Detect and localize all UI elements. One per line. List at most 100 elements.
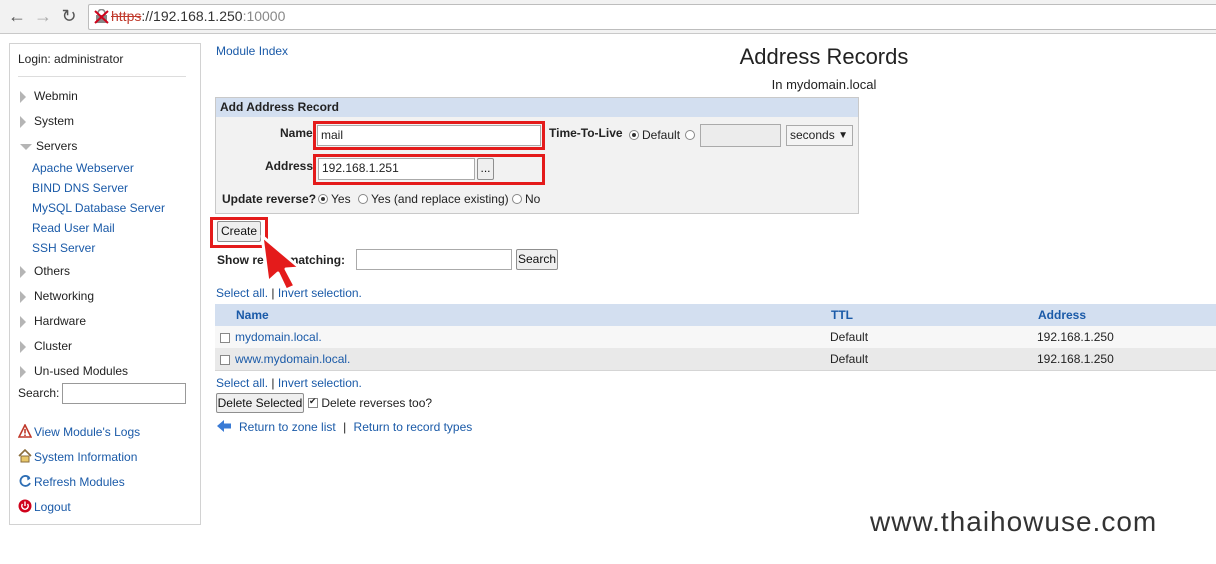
record-name-link[interactable]: www.mydomain.local. — [235, 352, 350, 366]
return-zone-list-link[interactable]: Return to zone list — [239, 420, 336, 434]
select-all-link[interactable]: Select all. — [216, 286, 268, 300]
pointer-arrow-icon — [260, 234, 302, 292]
expand-arrow-icon — [20, 115, 26, 128]
record-ttl: Default — [830, 330, 869, 344]
view-module-logs-link[interactable]: View Module's Logs — [34, 425, 140, 439]
watermark: www.thaihowuse.com — [870, 506, 1158, 537]
delete-selected-button[interactable]: Delete Selected — [216, 393, 304, 413]
select-links-top: Select all. | Invert selection. — [216, 286, 362, 300]
home-icon — [18, 449, 32, 463]
records-table-header: Name TTL Address — [215, 304, 1216, 326]
login-label: Login: administrator — [18, 52, 124, 66]
category-cluster[interactable]: Cluster — [20, 339, 72, 353]
address-bar[interactable]: https://192.168.1.250:10000 — [88, 4, 1216, 30]
form-header: Add Address Record — [216, 98, 858, 117]
category-system[interactable]: System — [20, 114, 74, 128]
record-name-link[interactable]: mydomain.local. — [235, 330, 322, 344]
add-record-form: Add Address Record Name mail Time-To-Liv… — [215, 97, 859, 214]
sidebar: Login: administrator Webmin System Serve… — [9, 43, 201, 525]
search-button[interactable]: Search — [516, 249, 558, 270]
logout-link[interactable]: Logout — [34, 500, 71, 514]
return-links: Return to zone list | Return to record t… — [239, 420, 472, 434]
record-address: 192.168.1.250 — [1037, 352, 1114, 366]
radio-selected-icon — [629, 130, 639, 140]
insecure-lock-icon — [94, 9, 109, 24]
record-address: 192.168.1.250 — [1037, 330, 1114, 344]
sidebar-item-bind-dns[interactable]: BIND DNS Server — [32, 181, 128, 195]
sidebar-search-input[interactable] — [62, 383, 186, 404]
radio-unselected-icon — [512, 194, 522, 204]
reverse-no-radio[interactable]: No — [512, 192, 540, 206]
expand-arrow-icon — [20, 365, 26, 378]
row-checkbox[interactable] — [220, 353, 230, 367]
table-row: www.mydomain.local. Default 192.168.1.25… — [215, 348, 1216, 371]
sidebar-divider — [18, 76, 186, 77]
forward-arrow-icon[interactable]: → — [32, 6, 54, 26]
select-links-bottom: Select all. | Invert selection. — [216, 376, 362, 390]
separator: | — [271, 286, 275, 300]
sidebar-item-apache[interactable]: Apache Webserver — [32, 161, 134, 175]
url-text: https://192.168.1.250:10000 — [111, 8, 285, 24]
invert-selection-link[interactable]: Invert selection. — [278, 376, 362, 390]
category-unused-modules[interactable]: Un-used Modules — [20, 364, 128, 378]
back-arrow-icon[interactable]: ← — [6, 6, 28, 26]
system-information-link[interactable]: System Information — [34, 450, 137, 464]
expand-arrow-icon — [20, 265, 26, 278]
collapse-arrow-icon — [20, 143, 32, 150]
checkbox-icon — [220, 333, 230, 343]
checkbox-checked-icon — [308, 396, 318, 408]
warning-icon — [18, 424, 32, 438]
ttl-custom-radio[interactable] — [685, 128, 698, 142]
module-index-link[interactable]: Module Index — [216, 44, 288, 58]
refresh-icon — [19, 475, 31, 487]
return-record-types-link[interactable]: Return to record types — [354, 420, 473, 434]
address-browse-button[interactable]: ... — [477, 158, 494, 180]
refresh-modules-link[interactable]: Refresh Modules — [34, 475, 125, 489]
select-all-link[interactable]: Select all. — [216, 376, 268, 390]
row-checkbox[interactable] — [220, 331, 230, 345]
table-row: mydomain.local. Default 192.168.1.250 — [215, 326, 1216, 348]
ttl-label: Time-To-Live — [549, 126, 623, 140]
invert-selection-link[interactable]: Invert selection. — [278, 286, 362, 300]
ttl-value-input[interactable] — [700, 124, 781, 147]
column-header-name[interactable]: Name — [236, 308, 269, 322]
reverse-yes-radio[interactable]: Yes — [318, 192, 351, 206]
address-label: Address — [265, 159, 314, 173]
address-input[interactable]: 192.168.1.251 — [318, 158, 475, 180]
create-button[interactable]: Create — [217, 221, 261, 242]
sidebar-item-read-user-mail[interactable]: Read User Mail — [32, 221, 115, 235]
record-ttl: Default — [830, 352, 869, 366]
dropdown-arrow-icon: ▼ — [838, 130, 848, 141]
expand-arrow-icon — [20, 315, 26, 328]
page-subtitle: In mydomain.local — [771, 77, 877, 92]
name-label: Name — [280, 126, 313, 140]
sidebar-item-ssh-server[interactable]: SSH Server — [32, 241, 95, 255]
url-port: :10000 — [242, 8, 286, 24]
update-reverse-label: Update reverse? — [222, 192, 317, 206]
reverse-replace-radio[interactable]: Yes (and replace existing) — [358, 192, 509, 206]
back-arrow-icon — [217, 420, 231, 432]
radio-selected-icon — [318, 194, 328, 204]
sidebar-item-mysql[interactable]: MySQL Database Server — [32, 201, 165, 215]
category-others[interactable]: Others — [20, 264, 70, 278]
column-header-address[interactable]: Address — [1038, 308, 1086, 322]
reload-icon[interactable]: ↻ — [58, 6, 80, 26]
column-header-ttl[interactable]: TTL — [831, 308, 853, 322]
delete-reverses-checkbox[interactable]: Delete reverses too? — [308, 396, 432, 410]
power-icon — [18, 499, 32, 513]
category-webmin[interactable]: Webmin — [20, 89, 78, 103]
expand-arrow-icon — [20, 340, 26, 353]
checkbox-icon — [220, 355, 230, 365]
category-servers[interactable]: Servers — [20, 139, 77, 153]
radio-unselected-icon — [358, 194, 368, 204]
category-hardware[interactable]: Hardware — [20, 314, 86, 328]
ttl-unit-select[interactable]: seconds ▼ — [786, 125, 853, 146]
browser-toolbar: ← → ↻ https://192.168.1.250:10000 — [0, 0, 1216, 34]
category-networking[interactable]: Networking — [20, 289, 94, 303]
page-title: Address Records — [739, 44, 909, 69]
separator: | — [343, 420, 347, 434]
ttl-default-radio[interactable]: Default — [629, 128, 680, 142]
records-filter-input[interactable] — [356, 249, 512, 270]
url-host: ://192.168.1.250 — [141, 8, 243, 24]
name-input[interactable]: mail — [317, 125, 541, 146]
